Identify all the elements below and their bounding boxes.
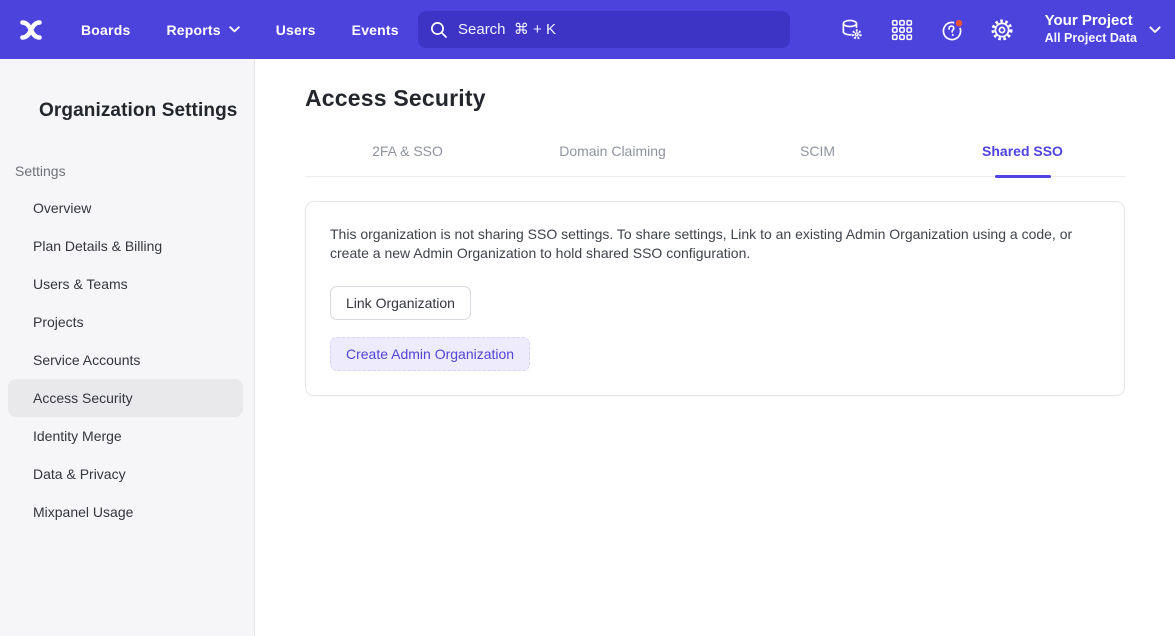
tab-domain-claiming[interactable]: Domain Claiming <box>510 143 715 176</box>
project-selector-text: Your Project All Project Data <box>1045 12 1137 46</box>
nav-item-reports[interactable]: Reports <box>166 22 239 38</box>
shared-sso-description: This organization is not sharing SSO set… <box>330 225 1092 263</box>
sidebar-item-mixpanel-usage[interactable]: Mixpanel Usage <box>8 493 243 531</box>
nav-item-users[interactable]: Users <box>276 22 316 38</box>
project-name: Your Project <box>1045 12 1137 31</box>
search-input[interactable] <box>458 21 778 38</box>
chevron-down-icon <box>1149 26 1161 34</box>
nav-item-boards[interactable]: Boards <box>81 22 130 38</box>
shared-sso-card: This organization is not sharing SSO set… <box>305 201 1125 396</box>
sidebar-title: Organization Settings <box>39 100 254 122</box>
page-shell: Organization Settings Settings Overview … <box>0 59 1175 636</box>
apps-grid-button[interactable] <box>889 17 915 43</box>
sidebar-item-service-accounts[interactable]: Service Accounts <box>8 341 243 379</box>
sidebar-nav-list: Overview Plan Details & Billing Users & … <box>0 189 254 531</box>
project-scope: All Project Data <box>1045 31 1137 47</box>
search-icon <box>430 21 448 39</box>
global-search[interactable] <box>418 11 790 48</box>
sidebar-item-projects[interactable]: Projects <box>8 303 243 341</box>
nav-right-group: Your Project All Project Data <box>839 0 1161 59</box>
sidebar-item-plan-details-billing[interactable]: Plan Details & Billing <box>8 227 243 265</box>
link-organization-button[interactable]: Link Organization <box>330 286 471 320</box>
create-admin-organization-button[interactable]: Create Admin Organization <box>330 337 530 371</box>
main-content: Access Security 2FA & SSO Domain Claimin… <box>255 59 1175 636</box>
tab-shared-sso[interactable]: Shared SSO <box>920 143 1125 176</box>
apps-grid-icon <box>890 18 914 42</box>
settings-sidebar: Organization Settings Settings Overview … <box>0 59 255 636</box>
help-button[interactable] <box>939 17 965 43</box>
tab-scim[interactable]: SCIM <box>715 143 920 176</box>
tab-2fa-sso[interactable]: 2FA & SSO <box>305 143 510 176</box>
nav-item-label: Boards <box>81 22 130 38</box>
nav-item-events[interactable]: Events <box>352 22 399 38</box>
settings-gear-button[interactable] <box>989 17 1015 43</box>
nav-item-label: Events <box>352 22 399 38</box>
sidebar-item-identity-merge[interactable]: Identity Merge <box>8 417 243 455</box>
sidebar-item-access-security[interactable]: Access Security <box>8 379 243 417</box>
tab-bar: 2FA & SSO Domain Claiming SCIM Shared SS… <box>305 143 1125 177</box>
chevron-down-icon <box>229 26 240 33</box>
nav-item-label: Reports <box>166 22 220 38</box>
sidebar-item-users-teams[interactable]: Users & Teams <box>8 265 243 303</box>
gear-icon <box>989 17 1015 43</box>
help-icon <box>939 17 965 43</box>
page-title: Access Security <box>305 85 1125 112</box>
nav-item-label: Users <box>276 22 316 38</box>
top-navigation-bar: Boards Reports Users Events <box>0 0 1175 59</box>
project-selector[interactable]: Your Project All Project Data <box>1045 12 1161 46</box>
database-gear-icon <box>839 17 864 42</box>
primary-nav: Boards Reports Users Events <box>81 22 399 38</box>
mixpanel-logo-icon <box>16 15 46 45</box>
notification-dot <box>955 19 963 27</box>
data-management-button[interactable] <box>839 17 865 43</box>
mixpanel-logo[interactable] <box>16 15 46 45</box>
sidebar-item-data-privacy[interactable]: Data & Privacy <box>8 455 243 493</box>
sidebar-item-overview[interactable]: Overview <box>8 189 243 227</box>
sidebar-section-label: Settings <box>15 163 254 179</box>
